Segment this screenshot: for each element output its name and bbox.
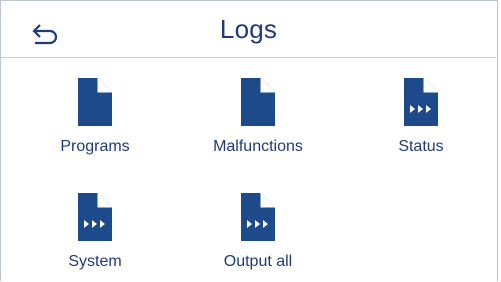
tile-label: Malfunctions bbox=[213, 138, 303, 155]
tile-label: Status bbox=[398, 138, 444, 155]
page-title: Logs bbox=[219, 14, 278, 44]
tile-programs[interactable]: Programs bbox=[25, 78, 165, 156]
tile-label: Output all bbox=[223, 253, 293, 270]
tile-output-all[interactable]: Output all bbox=[188, 193, 328, 271]
tile-status[interactable]: Status bbox=[351, 78, 491, 156]
document-icon bbox=[241, 78, 275, 126]
document-export-icon bbox=[241, 193, 275, 241]
tile-malfunctions[interactable]: Malfunctions bbox=[188, 78, 328, 156]
document-icon bbox=[78, 78, 112, 126]
document-export-icon bbox=[78, 193, 112, 241]
tile-system[interactable]: System bbox=[25, 193, 165, 271]
document-export-icon bbox=[404, 78, 438, 126]
header-bar: Logs bbox=[1, 1, 496, 58]
tile-label: System bbox=[68, 253, 122, 270]
tile-label: Programs bbox=[60, 138, 130, 155]
